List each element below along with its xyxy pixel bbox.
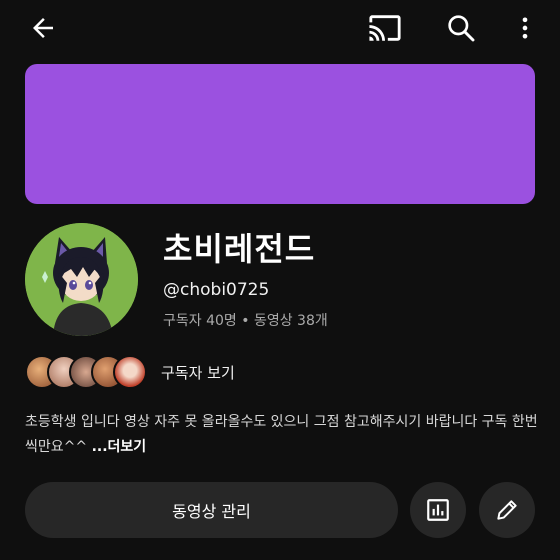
analytics-icon xyxy=(427,499,449,521)
manage-videos-button[interactable]: 동영상 관리 xyxy=(25,482,398,538)
channel-banner xyxy=(25,64,535,204)
subscriber-avatar xyxy=(113,355,147,389)
cast-icon xyxy=(369,15,401,41)
search-button[interactable] xyxy=(436,8,486,48)
pencil-icon xyxy=(497,500,517,520)
channel-stats: 구독자 40명 • 동영상 38개 xyxy=(163,313,328,329)
view-subscribers-label: 구독자 보기 xyxy=(161,363,235,382)
more-vert-icon xyxy=(522,17,528,39)
search-icon xyxy=(448,15,475,42)
back-arrow-icon xyxy=(33,18,53,38)
anime-cat-boy-avatar-image xyxy=(25,223,138,336)
analytics-button[interactable] xyxy=(410,482,466,538)
more-options-button[interactable] xyxy=(505,8,545,48)
channel-handle: @chobi0725 xyxy=(163,280,270,300)
back-button[interactable] xyxy=(20,8,66,48)
top-app-bar xyxy=(0,0,560,56)
channel-avatar[interactable] xyxy=(25,223,138,336)
view-subscribers[interactable]: 구독자 보기 xyxy=(25,352,235,392)
channel-name: 초비레전드 xyxy=(163,230,316,268)
cast-button[interactable] xyxy=(360,8,410,48)
show-more-link[interactable]: ...더보기 xyxy=(92,439,147,455)
edit-channel-button[interactable] xyxy=(479,482,535,538)
channel-description[interactable]: 초등학생 입니다 영상 자주 못 올라올수도 있으니 그점 참고해주시기 바랍니… xyxy=(25,410,540,460)
